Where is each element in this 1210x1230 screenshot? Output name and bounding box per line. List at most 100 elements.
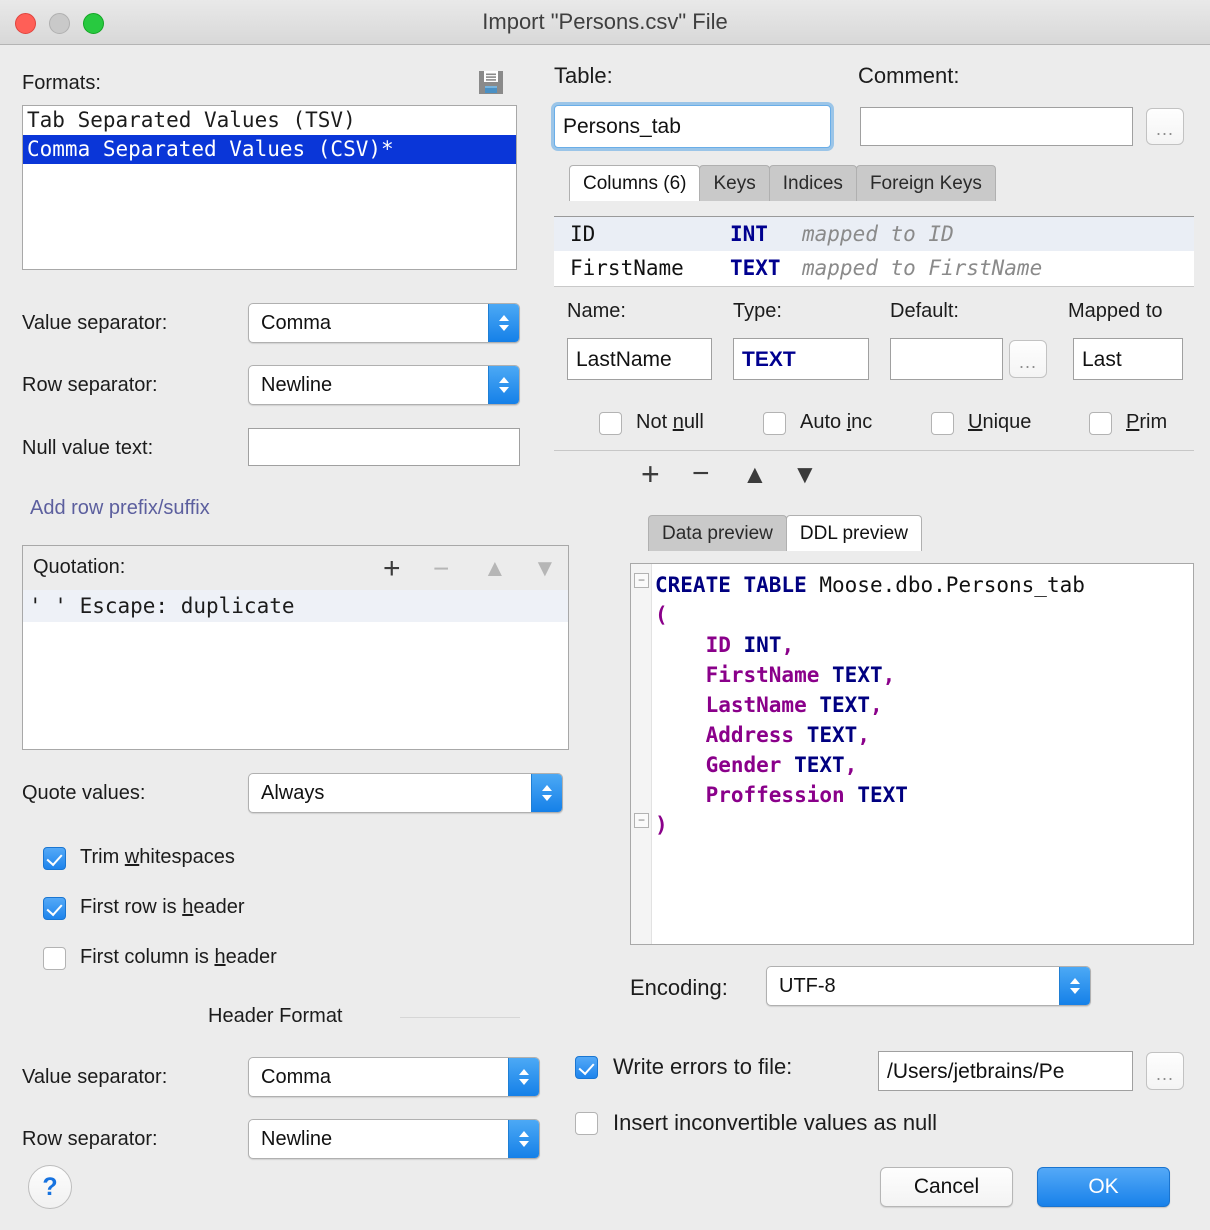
column-mapped-to-input[interactable]: Last [1073,338,1183,380]
ddl-column-type: TEXT [794,753,845,777]
ddl-close-paren: ) [655,813,668,837]
tab-indices[interactable]: Indices [768,165,857,201]
move-up-icon[interactable]: ▲ [483,557,507,581]
null-value-text-input[interactable] [248,428,520,466]
stepper-icon[interactable] [508,1058,539,1096]
add-column-icon[interactable]: + [641,458,660,490]
stepper-icon[interactable] [1059,967,1090,1005]
write-errors-path-input[interactable]: /Users/jetbrains/Pe [878,1051,1133,1091]
window-title: Import "Persons.csv" File [482,9,728,34]
cancel-button[interactable]: Cancel [880,1167,1013,1207]
column-name-label: Name: [567,300,626,322]
header-row-separator-label: Row separator: [22,1128,158,1150]
row-separator-label: Row separator: [22,374,158,396]
trim-whitespaces-checkbox[interactable] [43,847,66,870]
stepper-icon[interactable] [508,1120,539,1158]
quotation-header: Quotation: + − ▲ ▼ [23,546,568,591]
ddl-code: CREATE TABLE Moose.dbo.Persons_tab ( ID … [655,570,1189,840]
ddl-comma: , [781,633,795,657]
first-row-is-header-checkbox[interactable] [43,897,66,920]
ddl-comma: , [869,693,883,717]
help-button[interactable]: ? [28,1165,72,1209]
table-row[interactable]: FirstName TEXT mapped to FirstName [554,251,1194,285]
quote-values-select[interactable]: Always [248,773,563,813]
add-row-prefix-suffix-link[interactable]: Add row prefix/suffix [30,497,210,520]
value-separator-label: Value separator: [22,312,168,334]
column-name: ID [570,222,596,246]
trim-whitespaces-label: Trim whitespaces [80,846,235,868]
column-name-input[interactable]: LastName [567,338,712,380]
ddl-column-type: INT [743,633,782,657]
ok-button[interactable]: OK [1037,1167,1170,1207]
column-type-label: Type: [733,300,782,322]
ddl-column-name: FirstName [705,663,820,687]
first-column-is-header-checkbox[interactable] [43,947,66,970]
auto-inc-label: Auto inc [800,411,873,433]
quotation-panel: Quotation: + − ▲ ▼ ' ' Escape: duplicate [22,545,569,750]
header-value-separator-value: Comma [261,1065,332,1088]
unique-label: Unique [968,411,1032,433]
ddl-column-name: Gender [705,753,782,777]
row-separator-select[interactable]: Newline [248,365,520,405]
stepper-icon[interactable] [531,774,562,812]
not-null-checkbox[interactable] [599,412,622,435]
encoding-select[interactable]: UTF-8 [766,966,1091,1006]
header-value-separator-select[interactable]: Comma [248,1057,540,1097]
remove-column-icon[interactable]: − [692,459,710,489]
header-format-separator [400,1017,520,1018]
remove-quotation-icon[interactable]: − [433,555,449,583]
table-details-tabs: Columns (6) Keys Indices Foreign Keys [569,165,996,201]
column-mapping: mapped to FirstName [802,256,1043,280]
formats-list[interactable]: Tab Separated Values (TSV) Comma Separat… [22,105,517,270]
columns-list[interactable]: ID INT mapped to ID FirstName TEXT mappe… [554,216,1194,287]
header-row-separator-value: Newline [261,1127,333,1150]
column-type-input[interactable]: TEXT [733,338,869,380]
move-column-down-icon[interactable]: ▼ [792,461,818,487]
table-row[interactable]: ID INT mapped to ID [554,217,1194,251]
ddl-keyword: CREATE TABLE [655,573,807,597]
stepper-icon[interactable] [488,366,519,404]
comment-browse-button[interactable]: ... [1146,108,1184,145]
primary-key-checkbox[interactable] [1089,412,1112,435]
first-column-is-header-label: First column is header [80,946,277,968]
ddl-preview-editor[interactable]: − − CREATE TABLE Moose.dbo.Persons_tab (… [630,563,1194,945]
format-list-item[interactable]: Comma Separated Values (CSV)* [23,135,516,164]
tab-foreign-keys[interactable]: Foreign Keys [855,165,996,201]
auto-inc-checkbox[interactable] [763,412,786,435]
column-type: TEXT [730,256,781,280]
add-quotation-icon[interactable]: + [383,554,401,584]
fold-open-icon[interactable]: − [634,573,649,588]
column-default-browse-button[interactable]: ... [1009,340,1047,378]
ddl-column-type: TEXT [819,693,870,717]
ddl-column-type: TEXT [857,783,908,807]
fold-close-icon[interactable]: − [634,813,649,828]
ddl-column-type: TEXT [806,723,858,747]
comment-input[interactable] [860,107,1133,146]
insert-inconvertible-checkbox[interactable] [575,1112,598,1135]
move-down-icon[interactable]: ▼ [533,557,557,581]
not-null-label: Not null [636,411,704,433]
header-value-separator-label: Value separator: [22,1066,168,1088]
column-type: INT [730,222,768,246]
preview-tabs: Data preview DDL preview [648,515,922,551]
write-errors-checkbox[interactable] [575,1056,598,1079]
column-default-input[interactable] [890,338,1003,380]
tab-keys[interactable]: Keys [699,165,770,201]
tab-columns[interactable]: Columns (6) [569,165,701,201]
write-errors-browse-button[interactable]: ... [1146,1052,1184,1090]
tab-ddl-preview[interactable]: DDL preview [785,515,922,551]
header-row-separator-select[interactable]: Newline [248,1119,540,1159]
write-errors-label: Write errors to file: [613,1054,793,1079]
window-title-bar: Import "Persons.csv" File [0,0,1210,45]
table-name-input[interactable]: Persons_tab [554,105,831,148]
format-list-item[interactable]: Tab Separated Values (TSV) [23,106,516,135]
column-mapped-to-label: Mapped to [1068,300,1163,322]
stepper-icon[interactable] [488,304,519,342]
value-separator-select[interactable]: Comma [248,303,520,343]
tab-data-preview[interactable]: Data preview [648,515,787,551]
quotation-list-item[interactable]: ' ' Escape: duplicate [23,590,568,622]
move-column-up-icon[interactable]: ▲ [742,461,768,487]
unique-checkbox[interactable] [931,412,954,435]
save-icon[interactable] [476,67,506,97]
column-default-label: Default: [890,300,959,322]
